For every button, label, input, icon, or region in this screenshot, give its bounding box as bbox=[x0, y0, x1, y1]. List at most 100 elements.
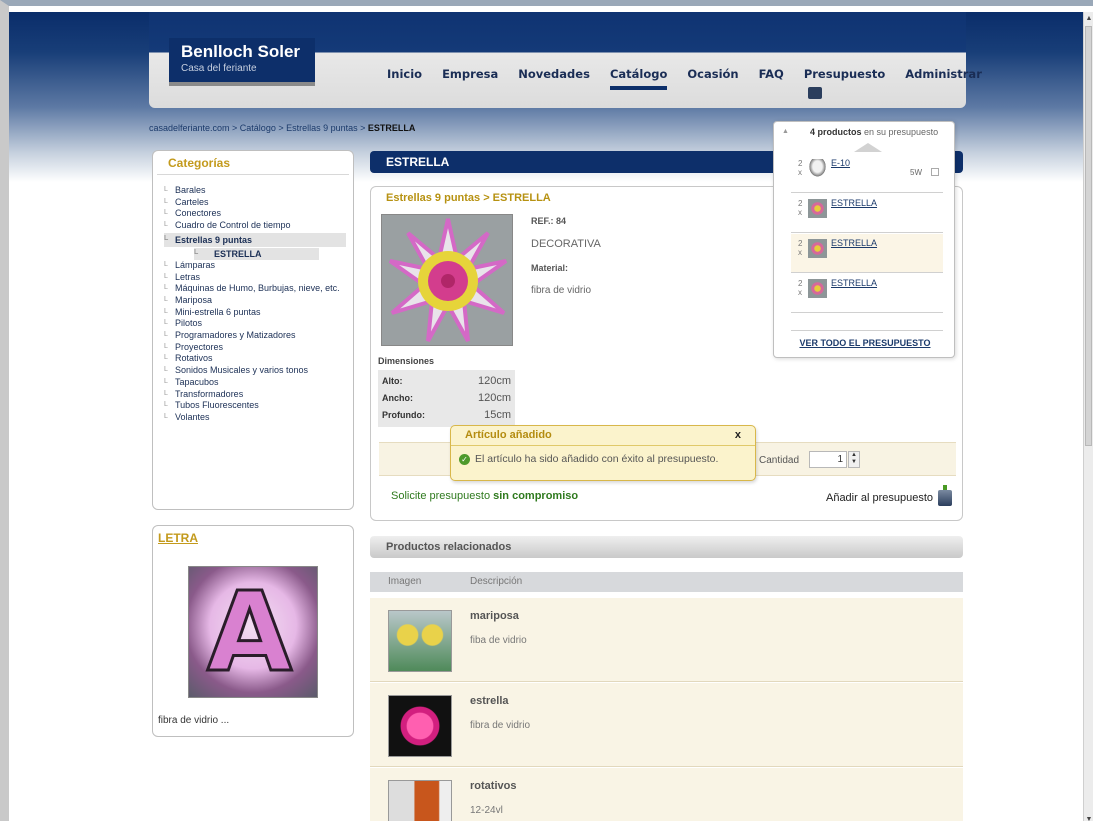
brand-tagline: Casa del feriante bbox=[181, 63, 257, 74]
budget-item-link[interactable]: ESTRELLA bbox=[831, 198, 877, 208]
category-item[interactable]: Letras bbox=[164, 271, 346, 284]
qty-multiplier: x bbox=[798, 168, 802, 177]
budget-item: 2x E-10 5W bbox=[791, 154, 943, 193]
dimension-row: Ancho: 120cm bbox=[382, 390, 511, 407]
material-label: Material: bbox=[531, 263, 569, 273]
view-all-budget-link[interactable]: VER TODO EL PRESUPUESTO bbox=[774, 338, 956, 348]
qty-multiplier: x bbox=[798, 288, 802, 297]
category-item[interactable]: Programadores y Matizadores bbox=[164, 329, 346, 342]
related-product-name[interactable]: estrella bbox=[470, 695, 509, 707]
dimension-value: 120cm bbox=[477, 392, 511, 404]
scroll-up-icon[interactable] bbox=[854, 143, 882, 152]
quantity-input[interactable]: 1 bbox=[809, 451, 847, 468]
category-item[interactable]: Conectores bbox=[164, 207, 346, 220]
category-item[interactable]: Pilotos bbox=[164, 317, 346, 330]
categories-panel: Categorías Barales Carteles Conectores C… bbox=[152, 150, 354, 510]
category-item[interactable]: Sonidos Musicales y varios tonos bbox=[164, 364, 346, 377]
scroll-down-arrow-icon[interactable]: ▼ bbox=[1085, 815, 1093, 821]
category-item[interactable]: Mini-estrella 6 puntas bbox=[164, 306, 346, 319]
qty-value: 2 bbox=[798, 159, 803, 168]
budget-item-link[interactable]: ESTRELLA bbox=[831, 238, 877, 248]
nav-ocasion[interactable]: Ocasión bbox=[677, 64, 748, 104]
related-product-name[interactable]: rotativos bbox=[470, 780, 516, 792]
dimensions-title: Dimensiones bbox=[378, 356, 435, 366]
category-item[interactable]: Cuadro de Control de tiempo bbox=[164, 219, 346, 232]
category-item[interactable]: Mariposa bbox=[164, 294, 346, 307]
collapse-icon[interactable]: ▲ bbox=[782, 128, 789, 135]
featured-product-image[interactable]: A bbox=[188, 566, 318, 698]
letter-a-graphic: A bbox=[205, 568, 293, 696]
related-products-title: Productos relacionados bbox=[370, 536, 963, 558]
related-product-row[interactable]: mariposa fiba de vidrio bbox=[370, 598, 963, 682]
category-item[interactable]: Carteles bbox=[164, 196, 346, 209]
scrollbar-thumb[interactable] bbox=[1085, 26, 1092, 446]
budget-count: 4 productos bbox=[810, 127, 862, 137]
budget-item-link[interactable]: ESTRELLA bbox=[831, 278, 877, 288]
category-item[interactable]: Transformadores bbox=[164, 388, 346, 401]
breadcrumb: casadelferiante.com > Catálogo > Estrell… bbox=[149, 123, 415, 133]
budget-header: ▲ 4 productos en su presupuesto bbox=[774, 122, 954, 137]
dimension-value: 120cm bbox=[477, 375, 511, 387]
toast-message: El artículo ha sido añadido con éxito al… bbox=[475, 453, 719, 465]
nav-presupuesto[interactable]: Presupuesto bbox=[794, 64, 895, 104]
close-icon[interactable]: x bbox=[735, 429, 741, 441]
page-scrollbar[interactable]: ▲ ▼ bbox=[1083, 12, 1093, 821]
category-item[interactable]: Tapacubos bbox=[164, 376, 346, 389]
nav-empresa[interactable]: Empresa bbox=[432, 64, 508, 104]
featured-title[interactable]: LETRA bbox=[153, 526, 353, 550]
dimension-value: 15cm bbox=[484, 409, 511, 421]
category-item[interactable]: Proyectores bbox=[164, 341, 346, 354]
nav-faq[interactable]: FAQ bbox=[749, 64, 794, 104]
site-logo[interactable]: Benlloch Soler Casa del feriante bbox=[169, 38, 315, 86]
related-product-image[interactable] bbox=[388, 780, 452, 821]
item-added-toast: Artículo añadido x ✓ El artículo ha sido… bbox=[450, 425, 756, 481]
dimension-label: Alto: bbox=[382, 376, 403, 386]
categories-title: Categorías bbox=[157, 151, 349, 175]
category-item[interactable]: Lámparas bbox=[164, 259, 346, 272]
category-item[interactable]: Rotativos bbox=[164, 352, 346, 365]
budget-item: 2x ESTRELLA bbox=[791, 194, 943, 233]
breadcrumb-path[interactable]: casadelferiante.com > Catálogo > Estrell… bbox=[149, 123, 368, 133]
category-item[interactable]: Máquinas de Humo, Burbujas, nieve, etc. bbox=[164, 282, 346, 295]
related-product-image[interactable] bbox=[388, 610, 452, 672]
breadcrumb-current: ESTRELLA bbox=[367, 123, 416, 133]
related-product-image[interactable] bbox=[388, 695, 452, 757]
dimensions-table: Alto: 120cm Ancho: 120cm Profundo: 15cm bbox=[378, 370, 515, 427]
related-product-name[interactable]: mariposa bbox=[470, 610, 519, 622]
related-product-row[interactable]: rotativos 12-24vl bbox=[370, 768, 963, 821]
category-item[interactable]: Barales bbox=[164, 184, 346, 197]
budget-item-checkbox[interactable] bbox=[931, 168, 939, 176]
main-nav: Inicio Empresa Novedades Catálogo Ocasió… bbox=[377, 64, 992, 104]
request-quote-prefix: Solicite presupuesto bbox=[391, 490, 494, 502]
quantity-label: Cantidad bbox=[759, 455, 800, 466]
budget-dropdown: ▲ 4 productos en su presupuesto 2x E-10 … bbox=[773, 121, 955, 358]
toast-title: Artículo añadido bbox=[465, 429, 552, 441]
category-item[interactable]: Tubos Fluorescentes bbox=[164, 399, 346, 412]
nav-novedades[interactable]: Novedades bbox=[508, 64, 600, 104]
nav-catalogo[interactable]: Catálogo bbox=[600, 64, 677, 104]
budget-item-qty: 2x bbox=[798, 239, 802, 257]
column-header-description: Descripción bbox=[470, 576, 523, 587]
dimension-label: Profundo: bbox=[382, 410, 425, 420]
category-item-selected[interactable]: Estrellas 9 puntas bbox=[164, 232, 346, 247]
box-icon bbox=[938, 485, 952, 506]
product-ref: REF.: 84 bbox=[531, 216, 567, 226]
budget-item-link[interactable]: E-10 bbox=[831, 158, 850, 168]
request-quote-bold: sin compromiso bbox=[493, 490, 579, 502]
budget-item-thumbnail bbox=[808, 159, 827, 178]
scroll-up-arrow-icon[interactable]: ▲ bbox=[1085, 14, 1093, 24]
quantity-stepper[interactable]: ▲ ▼ bbox=[848, 451, 860, 468]
qty-multiplier: x bbox=[798, 248, 802, 257]
add-to-budget-button[interactable]: Añadir al presupuesto bbox=[825, 485, 952, 506]
subcategory-item-selected[interactable]: ESTRELLA bbox=[194, 247, 319, 260]
nav-administrar[interactable]: Administrar bbox=[895, 64, 992, 104]
product-image[interactable] bbox=[381, 214, 513, 346]
related-product-row[interactable]: estrella fibra de vidrio bbox=[370, 683, 963, 767]
toast-message-row: ✓ El artículo ha sido añadido con éxito … bbox=[451, 446, 755, 472]
nav-inicio[interactable]: Inicio bbox=[377, 64, 432, 104]
category-item[interactable]: Volantes bbox=[164, 411, 346, 424]
budget-item-thumbnail bbox=[808, 279, 827, 298]
budget-item: 2x ESTRELLA bbox=[791, 234, 943, 273]
star-graphic bbox=[382, 215, 512, 345]
add-to-budget-label: Añadir al presupuesto bbox=[825, 492, 933, 504]
